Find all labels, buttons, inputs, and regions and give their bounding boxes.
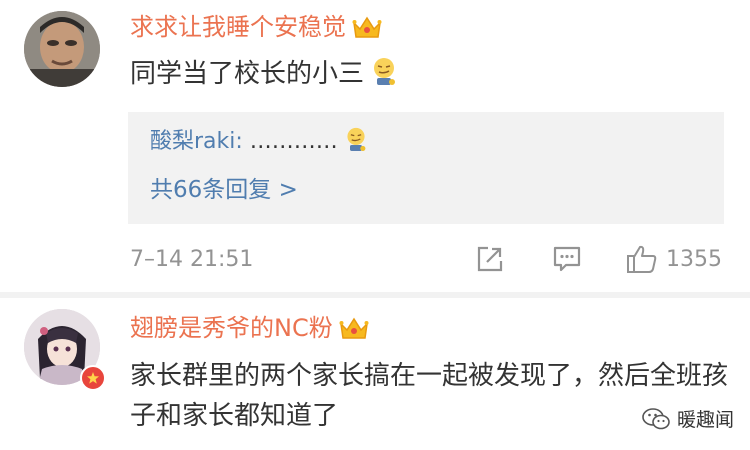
- watermark: 暖趣闻: [641, 405, 734, 432]
- view-replies-link[interactable]: 共66条回复 >: [150, 174, 298, 206]
- comment-button[interactable]: [552, 242, 582, 276]
- comment-icon: [553, 246, 581, 272]
- username[interactable]: 翅膀是秀爷的NC粉: [130, 313, 369, 343]
- username-text[interactable]: 翅膀是秀爷的NC粉: [130, 313, 333, 343]
- like-button[interactable]: 1355: [626, 242, 722, 276]
- like-count: 1355: [666, 246, 722, 272]
- reply-preview: 酸梨raki: …………: [150, 126, 368, 158]
- username-text[interactable]: 求求让我睡个安稳觉: [130, 12, 346, 42]
- reply-text: …………: [242, 129, 338, 154]
- comment-item: 求求让我睡个安稳觉 同学当了校长的小三 酸梨raki: ………… 共66条回复 …: [0, 0, 750, 292]
- comment-item: 翅膀是秀爷的NC粉 家长群里的两个家长搞在一起被发现了，然后全班孩子和家长都知道…: [0, 298, 750, 450]
- verified-badge-icon: [80, 365, 106, 391]
- reply-username[interactable]: 酸梨raki:: [150, 129, 243, 154]
- vip-crown-icon: [352, 16, 382, 38]
- share-button[interactable]: [476, 242, 504, 276]
- smirk-emoji-icon: [374, 58, 396, 85]
- share-icon: [477, 246, 503, 272]
- avatar[interactable]: [24, 11, 100, 87]
- smirk-emoji-icon: [347, 127, 366, 151]
- wechat-icon: [642, 407, 670, 429]
- comment-text-content: 同学当了校长的小三: [130, 59, 365, 89]
- reply-box[interactable]: 酸梨raki: ………… 共66条回复 >: [128, 112, 724, 224]
- username[interactable]: 求求让我睡个安稳觉: [130, 12, 382, 42]
- vip-crown-icon: [339, 317, 369, 339]
- watermark-text: 暖趣闻: [676, 409, 734, 431]
- comment-text: 同学当了校长的小三: [130, 54, 398, 94]
- thumbs-up-icon: [627, 245, 657, 273]
- timestamp: 7–14 21:51: [130, 247, 254, 272]
